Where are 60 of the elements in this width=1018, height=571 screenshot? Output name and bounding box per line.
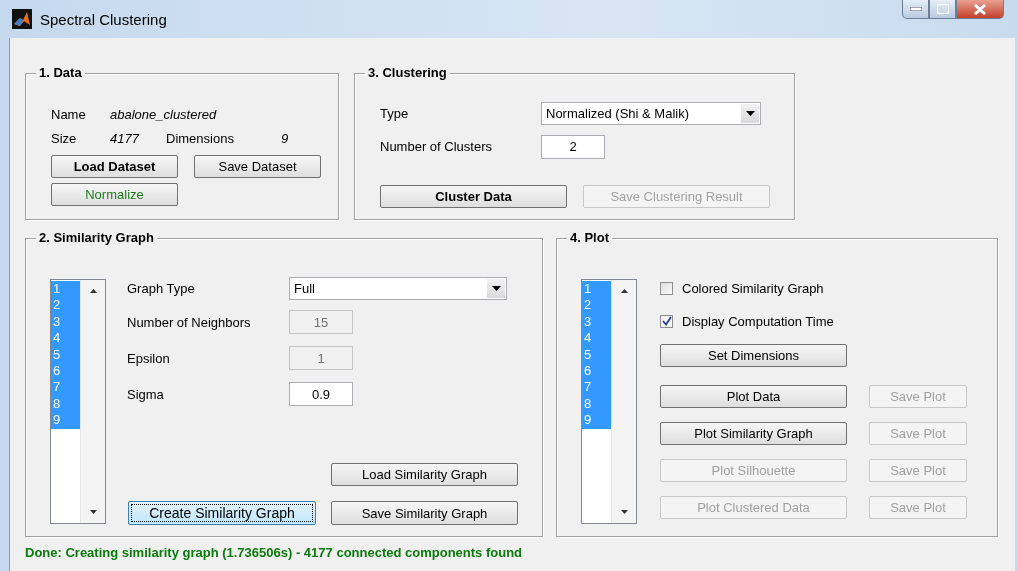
dimension-listbox[interactable]: 1 2 3 4 5 6 7 8 9	[581, 279, 637, 524]
checkbox[interactable]	[660, 281, 673, 295]
parameter-label: Epsilon	[127, 350, 171, 366]
list-item[interactable]: 7	[582, 379, 611, 396]
maximize-icon	[936, 4, 949, 14]
list-item[interactable]: 1	[582, 281, 611, 298]
dataset-button[interactable]: Load Dataset	[51, 155, 178, 178]
close-icon	[973, 3, 987, 15]
checkmark-icon	[661, 316, 672, 326]
checkbox-label: Display Computation Time	[682, 313, 834, 329]
scroll-down-icon	[89, 510, 97, 514]
dataset-button[interactable]: Save Dataset	[194, 155, 321, 178]
load-graph-button[interactable]: Load Similarity Graph	[331, 463, 518, 486]
checkbox-label: Colored Similarity Graph	[682, 280, 824, 296]
scroll-down-icon	[620, 510, 628, 514]
list-item[interactable]: 4	[51, 330, 80, 347]
dropdown-arrow-icon	[491, 286, 501, 291]
minimize-icon	[909, 7, 922, 11]
parameter-field[interactable]: 0.9	[289, 382, 353, 406]
save-graph-button[interactable]: Save Similarity Graph	[331, 501, 518, 525]
app-logo-icon	[12, 9, 32, 29]
clusters-field[interactable]: 2	[541, 134, 605, 159]
panel-title: 2. Similarity Graph	[36, 230, 157, 246]
type-label: Type	[380, 106, 410, 121]
dataset-button[interactable]: Normalize	[51, 183, 178, 206]
type-dropdown[interactable]: Normalized (Shi & Malik)	[541, 102, 761, 125]
parameter-label: Sigma	[127, 386, 165, 402]
minimize-button[interactable]	[902, 0, 929, 19]
list-item[interactable]: 7	[51, 379, 80, 396]
panel-title: 3. Clustering	[365, 65, 450, 81]
dimension-listbox[interactable]: 1 2 3 4 5 6 7 8 9	[50, 279, 106, 524]
scroll-up-icon	[620, 289, 628, 293]
plot-button[interactable]: Plot Similarity Graph	[660, 422, 847, 445]
list-item[interactable]: 9	[51, 412, 80, 429]
list-item[interactable]: 2	[582, 297, 611, 314]
set-dimensions-button[interactable]: Set Dimensions	[660, 344, 847, 367]
create-graph-button[interactable]: Create Similarity Graph	[128, 501, 316, 525]
list-item[interactable]: 1	[51, 281, 80, 298]
size-label: Size	[51, 130, 78, 146]
dimensions-value: 9	[281, 130, 289, 146]
scroll-up-icon	[89, 289, 97, 293]
dataset-name: abalone_clustered	[110, 106, 217, 122]
dropdown-arrow-icon	[745, 111, 755, 116]
name-label: Name	[51, 106, 87, 122]
graph-type-label: Graph Type	[127, 281, 196, 296]
close-button[interactable]	[956, 0, 1004, 19]
graph-type-dropdown[interactable]: Full	[289, 277, 507, 300]
clustering-button[interactable]: Cluster Data	[380, 185, 567, 208]
parameter-label: Number of Neighbors	[127, 314, 252, 330]
list-item[interactable]: 9	[582, 412, 611, 429]
checkbox[interactable]	[660, 314, 673, 328]
dimensions-label: Dimensions	[166, 130, 235, 146]
list-item[interactable]: 2	[51, 297, 80, 314]
maximize-button[interactable]	[929, 0, 956, 19]
clusters-label: Number of Clusters	[380, 139, 493, 154]
size-value: 4177	[110, 130, 141, 146]
window-title: Spectral Clustering	[40, 10, 167, 28]
status-message: Done: Creating similarity graph (1.736506s) - 4177 connected components found	[25, 545, 523, 560]
list-item[interactable]: 4	[582, 330, 611, 347]
plot-button[interactable]: Plot Data	[660, 385, 847, 408]
